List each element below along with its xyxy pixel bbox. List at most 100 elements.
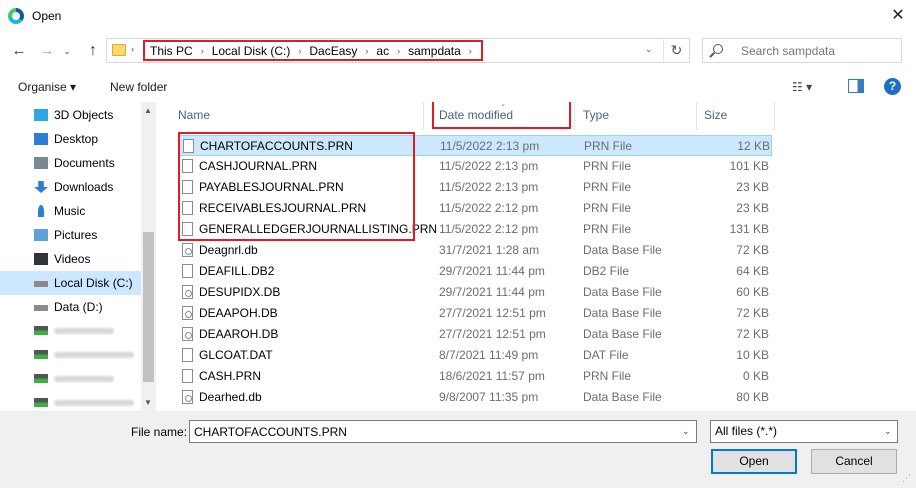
file-icon bbox=[182, 348, 193, 362]
file-date: 29/7/2021 11:44 pm bbox=[439, 285, 545, 299]
chevron-right-icon[interactable]: › bbox=[463, 46, 478, 56]
help-button[interactable]: ? bbox=[884, 78, 901, 95]
file-row[interactable]: GLCOAT.DAT 8/7/2021 11:49 pm DAT File 10 KB bbox=[178, 345, 772, 366]
sidebar-item-documents[interactable]: Documents bbox=[0, 151, 141, 175]
file-row[interactable]: DEAAROH.DB 27/7/2021 12:51 pm Data Base Fi… bbox=[178, 324, 772, 345]
database-file-icon bbox=[182, 327, 193, 341]
chevron-right-icon[interactable]: › bbox=[391, 46, 406, 56]
resize-grip-icon[interactable]: ⋰ bbox=[902, 473, 911, 484]
breadcrumb-sampdata[interactable]: sampdata bbox=[406, 44, 463, 58]
column-divider[interactable] bbox=[423, 102, 424, 130]
file-row[interactable]: Dearhed.db 9/8/2007 11:35 pm Data Base Fil… bbox=[178, 387, 772, 408]
file-name: DEAAROH.DB bbox=[199, 327, 279, 341]
refresh-button[interactable]: ↻ bbox=[663, 39, 689, 62]
recent-locations-chevron-icon[interactable]: ⌄ bbox=[60, 40, 74, 62]
chevron-right-icon[interactable]: › bbox=[131, 44, 134, 54]
sidebar-item-pictures[interactable]: Pictures bbox=[0, 223, 141, 247]
sidebar-item-desktop[interactable]: Desktop bbox=[0, 127, 141, 151]
network-drive-icon bbox=[34, 398, 48, 407]
navigation-pane: 3D Objects Desktop Documents Downloads Music… bbox=[0, 102, 156, 411]
sidebar-item-3d-objects[interactable]: 3D Objects bbox=[0, 103, 141, 127]
column-divider[interactable] bbox=[574, 102, 575, 130]
column-header-type[interactable]: Type bbox=[583, 108, 609, 126]
sidebar-item-network-drive[interactable] bbox=[0, 343, 141, 367]
file-type-select[interactable]: All files (*.*) bbox=[710, 420, 898, 443]
up-folder-button[interactable]: ↑ bbox=[82, 40, 104, 62]
file-size: 72 KB bbox=[736, 306, 769, 320]
folder-icon bbox=[112, 44, 126, 56]
file-type: Data Base File bbox=[583, 390, 662, 404]
file-row[interactable]: CASH.PRN 18/6/2021 11:57 pm PRN File 0 KB bbox=[178, 366, 772, 387]
file-size: 72 KB bbox=[736, 243, 769, 257]
file-size: 60 KB bbox=[736, 285, 769, 299]
open-button[interactable]: Open bbox=[711, 449, 797, 474]
scroll-down-icon[interactable]: ▼ bbox=[144, 398, 152, 407]
sidebar-item-downloads[interactable]: Downloads bbox=[0, 175, 141, 199]
cancel-button[interactable]: Cancel bbox=[811, 449, 897, 474]
toolbar: Organise ▾ New folder ☷ ▾ ? bbox=[0, 74, 916, 102]
back-button[interactable]: ← bbox=[8, 40, 30, 62]
sidebar-item-network-drive[interactable] bbox=[0, 319, 141, 343]
database-file-icon bbox=[182, 285, 193, 299]
sidebar-item-local-disk-c[interactable]: Local Disk (C:) bbox=[0, 271, 141, 295]
address-dropdown-icon[interactable]: ⌄ bbox=[645, 44, 653, 55]
breadcrumb-this-pc[interactable]: This PC bbox=[148, 44, 195, 58]
file-date: 8/7/2021 11:49 pm bbox=[439, 348, 539, 362]
preview-pane-button[interactable] bbox=[848, 79, 864, 93]
file-type: Data Base File bbox=[583, 285, 662, 299]
sidebar-item-data-d[interactable]: Data (D:) bbox=[0, 295, 141, 319]
forward-button[interactable]: → bbox=[36, 40, 58, 62]
file-size: 12 KB bbox=[737, 139, 770, 153]
file-size: 23 KB bbox=[736, 180, 769, 194]
obscured-label bbox=[54, 352, 134, 358]
file-type: Data Base File bbox=[583, 327, 662, 341]
sidebar-scroll-thumb[interactable] bbox=[143, 232, 154, 382]
column-divider[interactable] bbox=[774, 102, 775, 130]
file-name: DEAFILL.DB2 bbox=[199, 264, 275, 278]
sidebar-item-music[interactable]: Music bbox=[0, 199, 141, 223]
scroll-up-icon[interactable]: ▲ bbox=[144, 106, 152, 115]
sidebar-item-label: Pictures bbox=[54, 228, 98, 242]
organise-button[interactable]: Organise ▾ bbox=[18, 80, 76, 94]
drive-icon bbox=[34, 305, 48, 311]
file-name: DEAAPOH.DB bbox=[199, 306, 278, 320]
file-date: 11/5/2022 2:13 pm bbox=[440, 139, 540, 153]
breadcrumb-local-disk[interactable]: Local Disk (C:) bbox=[210, 44, 293, 58]
close-button[interactable]: ✕ bbox=[880, 0, 916, 32]
chevron-right-icon[interactable]: › bbox=[359, 46, 374, 56]
chevron-down-icon[interactable]: ⌄ bbox=[682, 426, 690, 437]
chevron-down-icon[interactable]: ⌄ bbox=[884, 426, 892, 437]
chevron-right-icon[interactable]: › bbox=[292, 46, 307, 56]
file-type: PRN File bbox=[583, 369, 632, 383]
file-size: 0 KB bbox=[742, 369, 769, 383]
file-row[interactable]: Deagnrl.db 31/7/2021 1:28 am Data Base Fil… bbox=[178, 240, 772, 261]
sidebar-item-label: Music bbox=[54, 204, 86, 218]
file-type: DB2 File bbox=[583, 264, 630, 278]
column-header-size[interactable]: Size bbox=[704, 108, 727, 126]
breadcrumb-ac[interactable]: ac bbox=[374, 44, 391, 58]
chevron-right-icon[interactable]: › bbox=[195, 46, 210, 56]
new-folder-button[interactable]: New folder bbox=[110, 80, 167, 94]
title-bar: Open ✕ bbox=[0, 0, 916, 32]
network-drive-icon bbox=[34, 326, 48, 335]
sidebar-item-network-drive[interactable] bbox=[0, 367, 141, 391]
obscured-label bbox=[54, 400, 134, 406]
cube-icon bbox=[34, 109, 48, 121]
file-row[interactable]: DEAFILL.DB2 29/7/2021 11:44 pm DB2 File 64 … bbox=[178, 261, 772, 282]
sidebar-item-videos[interactable]: Videos bbox=[0, 247, 141, 271]
search-input[interactable] bbox=[741, 44, 891, 58]
column-divider[interactable] bbox=[696, 102, 697, 130]
file-row[interactable]: DESUPIDX.DB 29/7/2021 11:44 pm Data Base F… bbox=[178, 282, 772, 303]
breadcrumb-daceasy[interactable]: DacEasy bbox=[307, 44, 359, 58]
file-row[interactable]: DEAAPOH.DB 27/7/2021 12:51 pm Data Base Fi… bbox=[178, 303, 772, 324]
file-date: 11/5/2022 2:12 pm bbox=[439, 222, 539, 236]
change-view-button[interactable]: ☷ ▾ bbox=[792, 80, 812, 94]
column-header-name[interactable]: Name bbox=[178, 108, 210, 126]
file-type: PRN File bbox=[583, 201, 632, 215]
address-bar[interactable]: › This PC › Local Disk (C:) › DacEasy › … bbox=[106, 38, 690, 63]
search-box[interactable] bbox=[702, 38, 902, 63]
sidebar-item-network-drive[interactable] bbox=[0, 391, 141, 411]
pictures-icon bbox=[34, 229, 48, 241]
file-type: PRN File bbox=[584, 139, 633, 153]
file-name-input[interactable] bbox=[189, 420, 697, 443]
